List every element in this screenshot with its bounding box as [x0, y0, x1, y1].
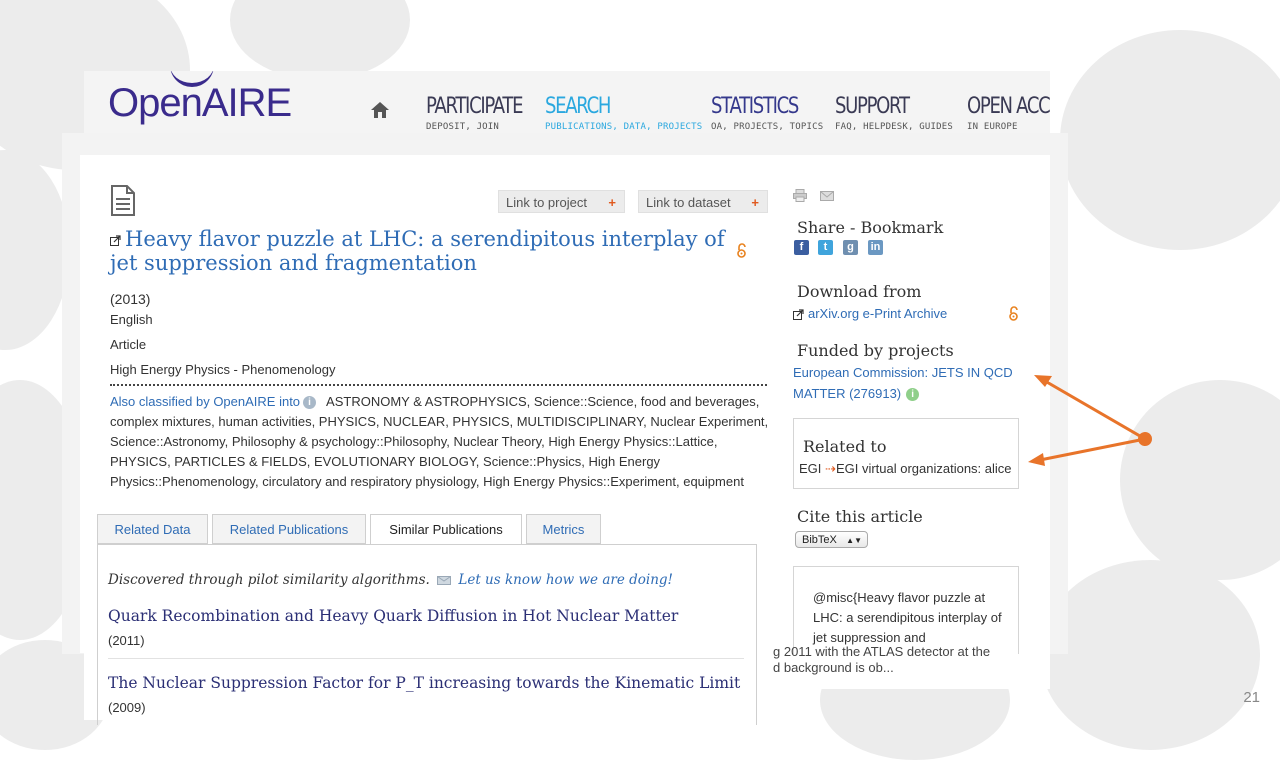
publication-type: Article — [110, 337, 147, 352]
mail-icon — [437, 576, 452, 585]
print-icon[interactable] — [793, 189, 807, 202]
funded-heading: Funded by projects — [797, 341, 954, 360]
open-access-icon — [1009, 306, 1018, 321]
funding-project-link[interactable]: European Commission: JETS IN QCD MATTER … — [793, 362, 1013, 404]
share-heading: Share - Bookmark — [797, 218, 944, 237]
home-icon[interactable] — [370, 100, 390, 120]
download-heading: Download from — [797, 282, 922, 301]
divider — [110, 384, 767, 386]
download-link[interactable]: arXiv.org e-Print Archive — [793, 303, 947, 324]
classified-link[interactable]: Also classified by OpenAIRE into — [110, 394, 300, 409]
twitter-icon[interactable]: t — [818, 240, 833, 255]
plus-icon: + — [608, 195, 616, 210]
similar-publication-year: (2009) — [108, 700, 146, 715]
tab-related-data[interactable]: Related Data — [97, 514, 208, 544]
background-shape — [0, 150, 70, 350]
cite-heading: Cite this article — [797, 507, 923, 526]
document-icon — [111, 185, 135, 216]
email-icon[interactable] — [820, 189, 834, 202]
citation-format-select[interactable]: BibTeX ▲▼ — [795, 531, 868, 548]
linkedin-icon[interactable]: in — [868, 240, 883, 255]
tab-similar-publications[interactable]: Similar Publications — [370, 514, 522, 545]
link-to-dataset-button[interactable]: Link to dataset + — [638, 190, 768, 213]
related-item[interactable]: EGI ⇢EGI virtual organizations: alice — [799, 461, 1012, 477]
citation-text: @misc{Heavy flavor puzzle at LHC: a sere… — [813, 590, 1002, 645]
related-heading: Related to — [803, 437, 887, 456]
openaire-logo[interactable]: OpenAIRE — [108, 81, 292, 126]
tab-metrics[interactable]: Metrics — [526, 514, 601, 544]
link-to-project-button[interactable]: Link to project + — [498, 190, 625, 213]
background-shape — [1060, 30, 1280, 250]
overflowing-snippet: g 2011 with the ATLAS detector at the d … — [773, 644, 991, 675]
publication-language: English — [110, 312, 153, 327]
nav-search[interactable]: SEARCH PUBLICATIONS, DATA, PROJECTS — [545, 95, 702, 133]
nav-statistics[interactable]: STATISTICS OA, PROJECTS, TOPICS — [711, 95, 823, 133]
open-access-icon — [737, 243, 746, 258]
external-link-icon — [793, 309, 804, 321]
annotation-arrows — [1028, 375, 1152, 466]
google-plus-icon[interactable]: g — [843, 240, 858, 255]
publication-subject: High Energy Physics - Phenomenology — [110, 362, 336, 377]
plus-icon: + — [751, 195, 759, 210]
external-link-icon — [110, 235, 121, 246]
nav-participate[interactable]: PARTICIPATE DEPOSIT, JOIN — [426, 95, 543, 133]
facebook-icon[interactable]: f — [794, 240, 809, 255]
similarity-note: Discovered through pilot similarity algo… — [108, 572, 673, 588]
arrow-right-icon: ⇢ — [825, 461, 836, 476]
list-divider — [108, 658, 744, 659]
feedback-link[interactable]: Let us know how we are doing! — [458, 572, 673, 588]
similar-publication-year: (2011) — [108, 633, 145, 648]
slide-number: 21 — [1243, 689, 1260, 706]
similar-publication-title[interactable]: Quark Recombination and Heavy Quark Diff… — [108, 607, 678, 625]
tab-related-publications[interactable]: Related Publications — [212, 514, 366, 544]
info-icon[interactable]: i — [303, 396, 317, 410]
dropdown-caret-icon: ▲▼ — [846, 536, 862, 545]
background-shape — [230, 0, 410, 80]
publication-year: (2013) — [110, 291, 151, 307]
background-shape — [1040, 560, 1260, 750]
nav-open-access[interactable]: OPEN ACCES IN EUROPE — [967, 95, 1050, 133]
publication-title[interactable]: Heavy flavor puzzle at LHC: a serendipit… — [110, 227, 740, 275]
classification-list: Also classified by OpenAIRE into i ASTRONO… — [110, 394, 769, 489]
similar-publication-title[interactable]: The Nuclear Suppression Factor for P_T i… — [108, 674, 740, 692]
info-icon[interactable]: i — [906, 388, 920, 402]
nav-support[interactable]: SUPPORT FAQ, HELPDESK, GUIDES — [835, 95, 953, 133]
